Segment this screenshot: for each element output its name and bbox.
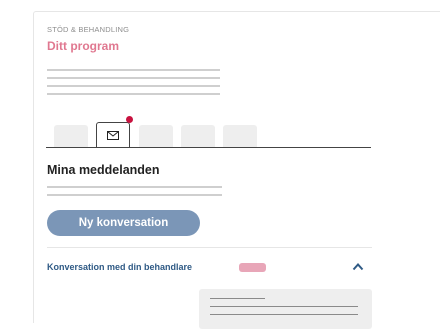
notification-dot <box>126 116 133 123</box>
section-kicker: STÖD & BEHANDLING <box>47 25 130 34</box>
chevron-up-icon[interactable] <box>352 262 364 271</box>
tab-1[interactable] <box>54 125 88 147</box>
placeholder-text-line <box>47 186 222 188</box>
placeholder-text-line <box>47 85 220 87</box>
page-title: Ditt program <box>47 39 119 53</box>
tab-4[interactable] <box>181 125 215 147</box>
tab-messages[interactable] <box>96 116 133 148</box>
divider <box>47 247 372 248</box>
program-card: STÖD & BEHANDLING Ditt program Mina medd… <box>33 11 440 329</box>
conversation-accordion-header[interactable]: Konversation med din behandlare <box>47 262 372 280</box>
placeholder-text-line <box>47 194 222 196</box>
placeholder-text-line <box>47 93 220 95</box>
message-preview[interactable] <box>199 289 372 329</box>
mail-icon <box>107 131 119 140</box>
placeholder-text-line <box>210 314 358 315</box>
tab-3[interactable] <box>139 125 173 147</box>
unread-badge <box>239 263 266 272</box>
messages-title: Mina meddelanden <box>47 163 160 177</box>
tab-5[interactable] <box>223 125 257 147</box>
placeholder-text-line <box>47 77 220 79</box>
tab-divider <box>46 147 371 148</box>
new-conversation-button[interactable]: Ny konversation <box>47 210 200 236</box>
conversation-label: Konversation med din behandlare <box>47 262 193 272</box>
placeholder-text-line <box>210 298 265 299</box>
placeholder-text-line <box>210 306 358 307</box>
placeholder-text-line <box>47 69 220 71</box>
